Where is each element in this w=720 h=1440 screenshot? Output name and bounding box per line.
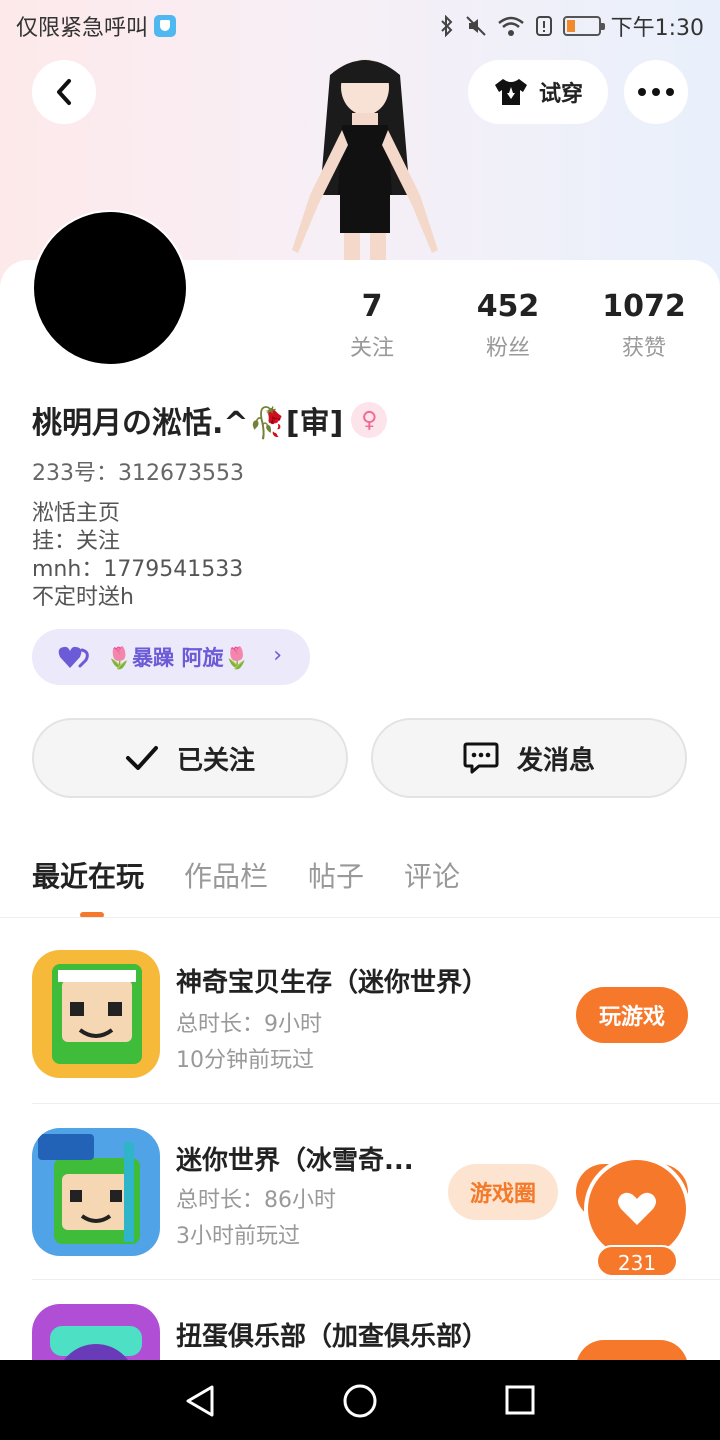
- nav-home-icon[interactable]: [342, 1383, 378, 1419]
- stat-label: 关注: [349, 336, 394, 361]
- double-heart-icon: [58, 646, 89, 668]
- female-gender-icon: ♀: [351, 402, 388, 438]
- tab-recently-played[interactable]: 最近在玩: [32, 855, 144, 895]
- shield-icon: [154, 15, 177, 37]
- like-button[interactable]: [588, 1160, 686, 1258]
- game-circle-button[interactable]: 游戏圈: [448, 1164, 558, 1220]
- more-dots-icon: [638, 88, 674, 96]
- status-bar: 仅限紧急呼叫 下午1:30: [0, 0, 720, 50]
- game-title: 扭蛋俱乐部（加查俱乐部）: [176, 1322, 489, 1352]
- tab-posts[interactable]: 帖子: [308, 855, 364, 895]
- battery-icon: [562, 16, 605, 36]
- followed-label: 已关注: [176, 745, 255, 776]
- check-icon: [125, 746, 158, 770]
- game-icon-mini-world-ice: [32, 1128, 160, 1256]
- stat-number: 452: [476, 289, 540, 324]
- profile-tabs: 最近在玩 作品栏 帖子 评论: [32, 855, 460, 895]
- like-count: 231: [596, 1245, 678, 1277]
- game-icon-mini-world: [32, 950, 160, 1078]
- stat-label: 粉丝: [485, 336, 530, 361]
- stat-following[interactable]: 7 关注: [312, 288, 432, 362]
- bio-line: mnh：1779541533: [32, 557, 244, 582]
- guild-badge[interactable]: 🌷暴躁 阿旋🌷 ›: [32, 629, 310, 685]
- tab-works[interactable]: 作品栏: [184, 855, 268, 895]
- chevron-right-icon: ›: [273, 643, 282, 668]
- stat-likes[interactable]: 1072 获赞: [584, 288, 704, 362]
- user-name: 桃明月の淞恬.^🥀[审]: [32, 406, 344, 441]
- followed-button[interactable]: 已关注: [32, 718, 348, 798]
- bio-line: 淞恬主页: [32, 501, 121, 526]
- row-divider: [32, 1279, 720, 1280]
- bluetooth-icon: [440, 15, 453, 37]
- user-name-row: 桃明月の淞恬.^🥀[审] ♀: [32, 398, 388, 442]
- alert-icon: [535, 16, 552, 36]
- chat-bubble-icon: [463, 742, 499, 774]
- user-avatar[interactable]: [32, 210, 188, 366]
- game-icon-gacha-club: [32, 1304, 160, 1360]
- play-game-button[interactable]: 玩游戏: [576, 987, 688, 1043]
- bio-line: 挂：关注: [32, 529, 121, 554]
- message-button[interactable]: 发消息: [371, 718, 687, 798]
- game-duration: 总时长：86小时: [176, 1188, 336, 1213]
- nav-back-icon[interactable]: [184, 1384, 216, 1418]
- row-divider: [32, 1103, 720, 1104]
- try-on-button[interactable]: 试穿: [468, 60, 608, 124]
- message-label: 发消息: [516, 745, 595, 776]
- game-row[interactable]: 神奇宝贝生存（迷你世界） 总时长：9小时 10分钟前玩过 玩游戏: [0, 930, 720, 1106]
- tab-comments[interactable]: 评论: [404, 855, 460, 895]
- system-nav-bar: [0, 1360, 720, 1440]
- guild-name: 🌷暴躁 阿旋🌷: [106, 646, 250, 670]
- bio-line: 不定时送h: [32, 585, 134, 610]
- game-title: 神奇宝贝生存（迷你世界）: [176, 968, 489, 998]
- tabs-divider: [0, 917, 720, 918]
- heart-icon: [618, 1192, 656, 1225]
- game-duration: 总时长：9小时: [176, 1012, 322, 1037]
- play-game-button[interactable]: [576, 1340, 688, 1360]
- clock: 下午1:30: [610, 16, 704, 41]
- game-last-played: 3小时前玩过: [176, 1224, 300, 1249]
- carrier-text: 仅限紧急呼叫: [16, 16, 149, 41]
- more-button[interactable]: [624, 60, 688, 124]
- wifi-icon: [497, 16, 524, 36]
- mute-icon: [465, 16, 486, 36]
- stat-label: 获赞: [621, 336, 666, 361]
- character-avatar-image: [292, 59, 438, 260]
- game-row[interactable]: 扭蛋俱乐部（加查俱乐部）: [0, 1282, 720, 1360]
- shirt-icon: [494, 79, 527, 105]
- back-arrow-icon: [57, 79, 71, 105]
- nav-recents-icon[interactable]: [504, 1384, 536, 1416]
- stat-number: 7: [361, 289, 383, 324]
- game-last-played: 10分钟前玩过: [176, 1048, 314, 1073]
- back-button[interactable]: [32, 60, 96, 124]
- try-on-label: 试穿: [538, 82, 583, 107]
- user-id: 233号：312673553: [32, 461, 244, 486]
- stat-number: 1072: [602, 289, 686, 324]
- stat-fans[interactable]: 452 粉丝: [448, 288, 568, 362]
- user-bio: 淞恬主页 挂：关注 mnh：1779541533 不定时送h: [32, 500, 243, 612]
- game-title: 迷你世界（冰雪奇...: [176, 1146, 414, 1176]
